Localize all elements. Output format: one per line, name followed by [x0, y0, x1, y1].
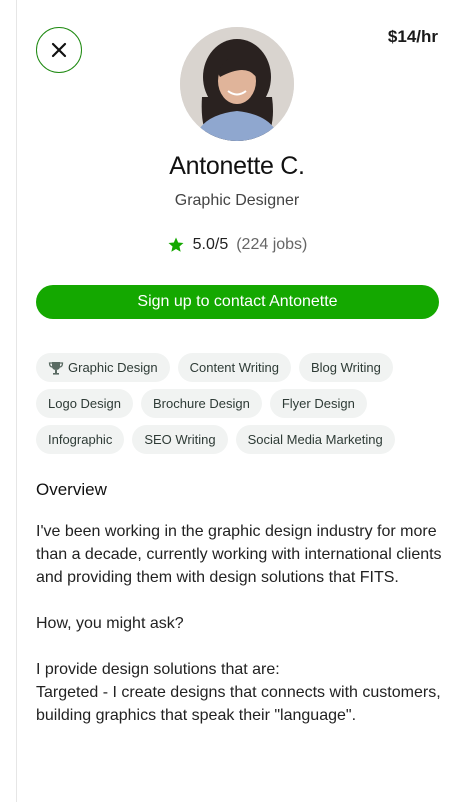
overview-text: I've been working in the graphic design …: [36, 520, 446, 727]
rating-score: 5.0/5: [192, 236, 229, 253]
close-button[interactable]: [36, 27, 82, 73]
skill-chip-content-writing[interactable]: Content Writing: [177, 353, 291, 382]
skill-chip-graphic-design[interactable]: Graphic Design: [36, 353, 170, 382]
skill-chip-blog-writing[interactable]: Blog Writing: [298, 353, 393, 382]
overview-paragraph: How, you might ask?: [36, 615, 184, 632]
avatar: [180, 27, 294, 141]
star-icon: [168, 237, 184, 252]
sign-up-contact-button[interactable]: Sign up to contact Antonette: [36, 285, 439, 319]
skill-row: Graphic Design Content Writing Blog Writ…: [36, 353, 446, 382]
overview-heading: Overview: [36, 480, 107, 499]
hourly-rate: $14/hr: [387, 27, 438, 46]
skills-list: Graphic Design Content Writing Blog Writ…: [36, 353, 446, 461]
skill-row: Infographic SEO Writing Social Media Mar…: [36, 425, 446, 454]
rating-row: 5.0/5 (224 jobs): [0, 236, 474, 254]
skill-chip-seo-writing[interactable]: SEO Writing: [132, 425, 228, 454]
skill-chip-social-media-marketing[interactable]: Social Media Marketing: [235, 425, 395, 454]
overview-paragraph: I provide design solutions that are:: [36, 661, 280, 678]
trophy-icon: [48, 361, 64, 375]
skill-label: Graphic Design: [68, 360, 158, 375]
skill-chip-flyer-design[interactable]: Flyer Design: [269, 389, 367, 418]
skill-chip-brochure-design[interactable]: Brochure Design: [141, 389, 262, 418]
profile-title: Graphic Designer: [174, 192, 300, 209]
overview-paragraph: Targeted - I create designs that connect…: [36, 684, 441, 724]
skill-row: Logo Design Brochure Design Flyer Design: [36, 389, 446, 418]
profile-name: Antonette C.: [169, 152, 305, 180]
overview-paragraph: I've been working in the graphic design …: [36, 523, 442, 586]
skill-chip-infographic[interactable]: Infographic: [36, 425, 125, 454]
skill-chip-logo-design[interactable]: Logo Design: [36, 389, 133, 418]
close-icon: [51, 42, 67, 58]
jobs-count: (224 jobs): [236, 236, 308, 253]
